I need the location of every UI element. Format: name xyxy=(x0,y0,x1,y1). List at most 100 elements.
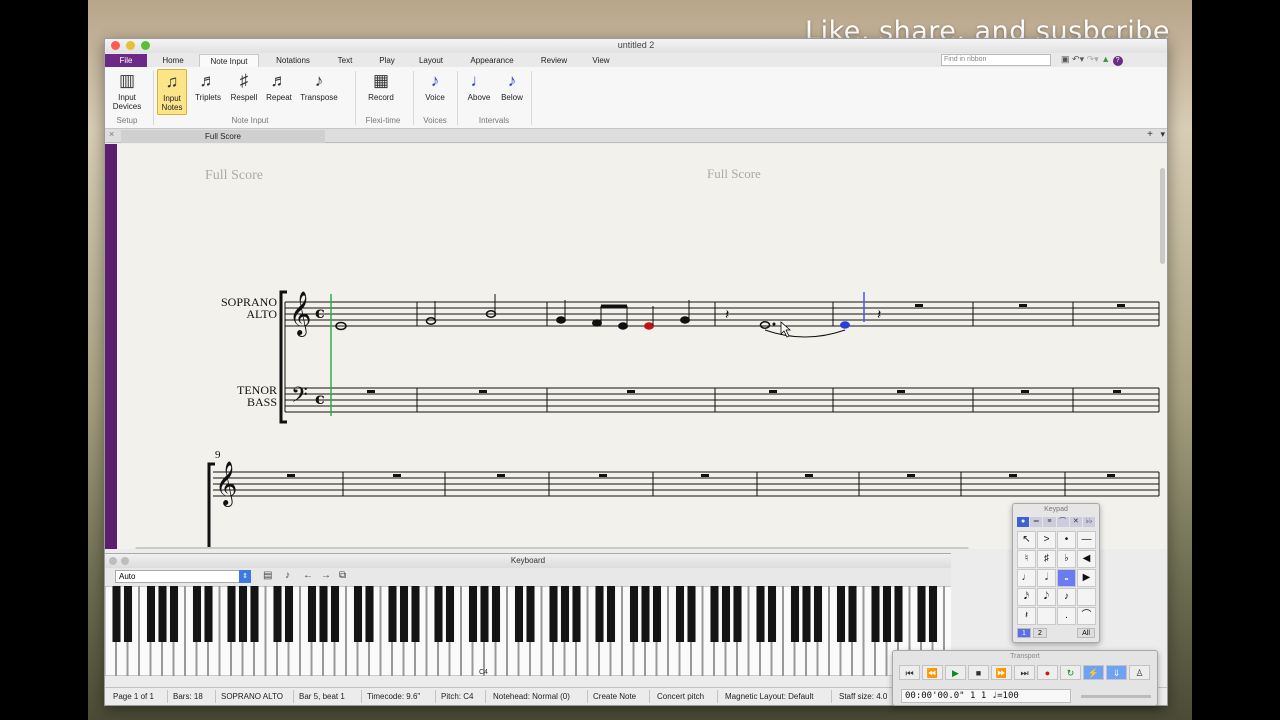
keypad-key[interactable]: 𝄽 xyxy=(1017,607,1036,625)
black-key[interactable] xyxy=(790,586,800,642)
tab-notations[interactable]: Notations xyxy=(267,54,319,67)
status-concert-pitch[interactable]: Concert pitch xyxy=(657,692,704,701)
black-key[interactable] xyxy=(227,586,236,642)
black-key[interactable] xyxy=(250,586,259,642)
keypad-key[interactable]: ♪ xyxy=(1057,588,1076,606)
tempo-slider[interactable] xyxy=(1081,695,1151,698)
black-key[interactable] xyxy=(917,586,926,642)
tab-note-input[interactable]: Note Input xyxy=(199,54,259,67)
black-key[interactable] xyxy=(353,586,363,642)
black-key[interactable] xyxy=(365,586,374,642)
black-key[interactable] xyxy=(802,586,811,642)
black-key[interactable] xyxy=(836,586,846,642)
keypad-key[interactable] xyxy=(1077,588,1096,606)
black-key[interactable] xyxy=(169,586,179,642)
keypad-key[interactable]: — xyxy=(1077,531,1096,549)
replay-button[interactable]: ↻ xyxy=(1060,665,1081,680)
keypad-key[interactable]: > xyxy=(1037,531,1056,549)
fast-forward-button[interactable]: ⏩ xyxy=(991,665,1012,680)
go-to-end-button[interactable]: ⏭ xyxy=(1014,665,1035,680)
triplets-button[interactable]: ♬ Triplets xyxy=(191,69,225,115)
keypad-key[interactable]: • xyxy=(1057,531,1076,549)
black-key[interactable] xyxy=(307,586,317,642)
minimize-ribbon-icon[interactable]: ▲ xyxy=(1101,54,1110,64)
redo-icon[interactable]: ↷▾ xyxy=(1087,54,1099,64)
black-key[interactable] xyxy=(491,586,501,642)
black-key[interactable] xyxy=(399,586,409,642)
live-tempo-button[interactable]: ⚡ xyxy=(1083,665,1104,680)
repeat-button[interactable]: ♬ Repeat xyxy=(263,69,295,115)
tab-layout[interactable]: Layout xyxy=(413,54,449,67)
black-key[interactable] xyxy=(123,586,133,642)
black-key[interactable] xyxy=(411,586,420,642)
keypad-key[interactable]: ↖ xyxy=(1017,531,1036,549)
black-key[interactable] xyxy=(204,586,213,642)
black-key[interactable] xyxy=(652,586,662,642)
black-key[interactable] xyxy=(273,586,282,642)
keypad-key[interactable]: 𝅗𝅥 xyxy=(1037,569,1056,587)
black-key[interactable] xyxy=(549,586,558,642)
keypad-key[interactable]: ⌒ xyxy=(1077,607,1096,625)
keypad-key[interactable]: . xyxy=(1057,607,1076,625)
black-key[interactable] xyxy=(675,586,685,642)
status-magnetic-layout[interactable]: Magnetic Layout: Default xyxy=(725,692,814,701)
record-transport-button[interactable]: ● xyxy=(1037,665,1058,680)
rewind-button[interactable]: ⏪ xyxy=(922,665,943,680)
score-svg[interactable]: 𝄞 𝄢 𝄞 c c 𝄽 𝄽 xyxy=(105,144,1167,549)
black-key[interactable] xyxy=(480,586,489,642)
close-tab-icon[interactable]: × xyxy=(109,129,114,139)
black-key[interactable] xyxy=(560,586,570,642)
keypad-key[interactable]: ♯ xyxy=(1037,550,1056,568)
keypad-key[interactable]: ◀ xyxy=(1077,550,1096,568)
black-key[interactable] xyxy=(882,586,892,642)
tab-view[interactable]: View xyxy=(587,54,615,67)
black-key[interactable] xyxy=(388,586,397,642)
step-time-icon[interactable]: ♪ xyxy=(285,570,290,581)
keypad-layout-articulations[interactable]: ⌒ xyxy=(1056,517,1069,527)
stop-button[interactable]: ■ xyxy=(968,665,989,680)
tab-file[interactable]: File xyxy=(105,54,147,67)
keypad-key[interactable]: ♭ xyxy=(1057,550,1076,568)
black-key[interactable] xyxy=(434,586,443,642)
transpose-button[interactable]: ♪ Transpose xyxy=(297,69,341,115)
input-devices-button[interactable]: ▥ Input Devices xyxy=(109,69,145,115)
black-key[interactable] xyxy=(514,586,524,642)
black-key[interactable] xyxy=(468,586,478,642)
play-button[interactable]: ▶ xyxy=(945,665,966,680)
black-key[interactable] xyxy=(767,586,777,642)
minimize-keyboard-button[interactable] xyxy=(121,557,129,565)
keypad-key[interactable]: 𝅝 xyxy=(1057,569,1076,587)
find-in-ribbon-input[interactable]: Find in ribbon xyxy=(941,54,1051,66)
shift-right-icon[interactable]: → xyxy=(321,570,331,581)
keypad-key[interactable]: 𝅘𝅥𝅮 xyxy=(1037,588,1056,606)
tab-home[interactable]: Home xyxy=(155,54,191,67)
keypad-key[interactable] xyxy=(1037,607,1056,625)
black-key[interactable] xyxy=(192,586,202,642)
save-icon[interactable]: ▣ xyxy=(1061,54,1070,64)
black-key[interactable] xyxy=(629,586,639,642)
close-keyboard-button[interactable] xyxy=(109,557,117,565)
tab-review[interactable]: Review xyxy=(535,54,573,67)
voice-all-button[interactable]: All xyxy=(1077,628,1095,638)
metronome-button[interactable]: ♙ xyxy=(1129,665,1150,680)
record-button[interactable]: ▦ Record xyxy=(363,69,399,115)
keypad-layout-beams[interactable]: ≡ xyxy=(1043,517,1056,527)
black-key[interactable] xyxy=(319,586,328,642)
add-tab-icon[interactable]: + xyxy=(1147,129,1153,140)
keypad-key[interactable]: ♩ xyxy=(1017,569,1036,587)
keypad-layout-common[interactable]: ● xyxy=(1017,517,1030,527)
voice-1-button[interactable]: 1 xyxy=(1017,628,1031,638)
black-key[interactable] xyxy=(928,586,938,642)
keypad-layout-jazz[interactable]: ✕ xyxy=(1069,517,1082,527)
keypad-key[interactable]: ▶ xyxy=(1077,569,1096,587)
tab-play[interactable]: Play xyxy=(373,54,401,67)
black-key[interactable] xyxy=(284,586,294,642)
black-key[interactable] xyxy=(641,586,650,642)
black-key[interactable] xyxy=(330,586,340,642)
black-key[interactable] xyxy=(158,586,167,642)
black-key[interactable] xyxy=(146,586,156,642)
black-key[interactable] xyxy=(687,586,696,642)
keyboard-resize-icon[interactable]: ⧉ xyxy=(339,570,346,581)
tab-menu-icon[interactable]: ▾ xyxy=(1160,129,1165,140)
interval-above-button[interactable]: ♩ Above xyxy=(463,69,495,115)
